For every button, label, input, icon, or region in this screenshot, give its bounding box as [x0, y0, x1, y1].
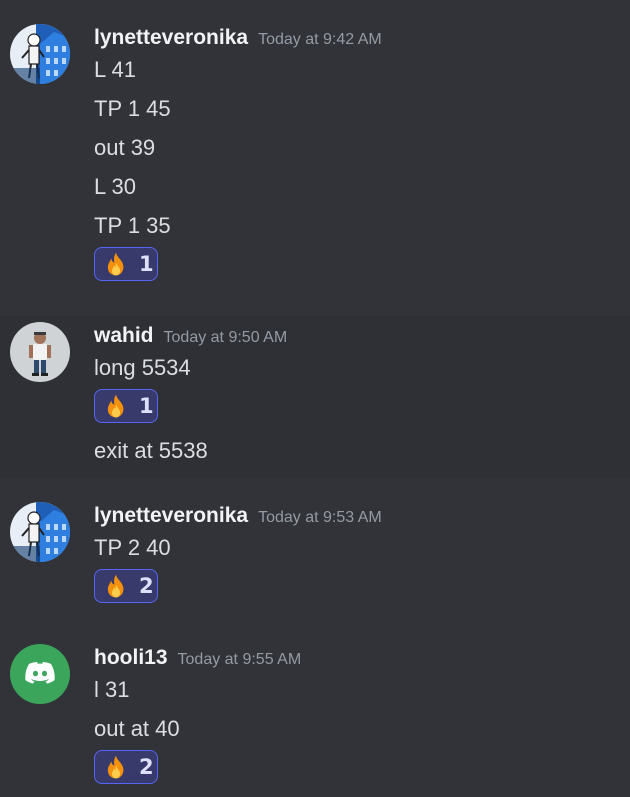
message-group: hooli13 Today at 9:55 AM l 31 out at 40 2 [0, 638, 630, 797]
username[interactable]: hooli13 [94, 646, 168, 669]
timestamp: Today at 9:50 AM [163, 329, 288, 346]
message-text: TP 1 45 [94, 96, 171, 121]
fire-emoji-icon [103, 251, 129, 277]
character-on-blue-building-avatar-icon [10, 502, 70, 562]
message-text: l 31 [94, 677, 130, 702]
timestamp: Today at 9:55 AM [177, 651, 302, 668]
user-avatar[interactable] [10, 502, 70, 562]
reaction-count: 1 [139, 394, 154, 418]
fire-emoji-icon [103, 573, 129, 599]
message-header: hooli13 Today at 9:55 AM [94, 646, 301, 672]
reaction-count: 1 [139, 252, 154, 276]
message-group: wahid Today at 9:50 AM long 5534 1 exit a… [0, 316, 630, 478]
username[interactable]: lynetteveronika [94, 26, 248, 49]
fire-emoji-icon [103, 754, 129, 780]
timestamp: Today at 9:53 AM [258, 509, 382, 526]
message-text: exit at 5538 [94, 438, 208, 463]
fire-emoji-icon [103, 393, 129, 419]
message-text: TP 1 35 [94, 213, 171, 238]
user-avatar[interactable] [10, 322, 70, 382]
user-avatar[interactable] [10, 24, 70, 84]
message-text: L 30 [94, 174, 137, 199]
message-header: wahid Today at 9:50 AM [94, 324, 287, 350]
discord-default-avatar-icon [10, 644, 70, 704]
message-text: long 5534 [94, 355, 191, 380]
message-header: lynetteveronika Today at 9:42 AM [94, 26, 382, 52]
message-group: lynetteveronika Today at 9:42 AM L 41 TP … [0, 0, 630, 300]
message-text: out 39 [94, 135, 156, 160]
character-on-blue-building-avatar-icon [10, 24, 70, 84]
username[interactable]: lynetteveronika [94, 504, 248, 527]
timestamp: Today at 9:42 AM [258, 31, 382, 48]
user-avatar[interactable] [10, 644, 70, 704]
reaction-count: 2 [139, 574, 154, 598]
message-group: lynetteveronika Today at 9:53 AM TP 2 40 … [0, 496, 630, 616]
reaction-button[interactable]: 1 [94, 389, 158, 423]
message-text: L 41 [94, 57, 137, 82]
standing-figure-avatar-icon [10, 322, 70, 382]
reaction-button[interactable]: 2 [94, 569, 158, 603]
reaction-count: 2 [139, 755, 154, 779]
message-text: TP 2 40 [94, 535, 171, 560]
message-text: out at 40 [94, 716, 180, 741]
reaction-button[interactable]: 1 [94, 247, 158, 281]
username[interactable]: wahid [94, 324, 154, 347]
message-header: lynetteveronika Today at 9:53 AM [94, 504, 382, 530]
reaction-button[interactable]: 2 [94, 750, 158, 784]
